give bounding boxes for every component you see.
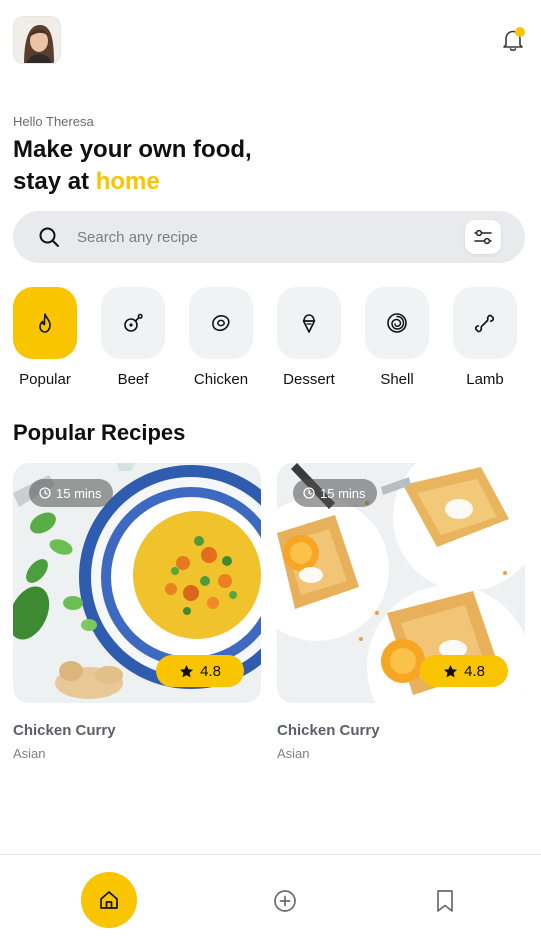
category-beef[interactable]: Beef xyxy=(101,287,165,388)
headline-line-1: Make your own food, xyxy=(13,136,252,163)
drumstick-icon xyxy=(124,313,143,332)
category-tile xyxy=(365,287,429,359)
category-label: Dessert xyxy=(283,371,335,388)
headline-accent: home xyxy=(95,168,160,195)
recipe-cuisine: Asian xyxy=(13,746,46,761)
greeting-text: Hello Theresa xyxy=(13,114,94,129)
recipe-image: 15 mins 4.8 xyxy=(277,463,525,703)
headline-line-2: stay at home xyxy=(13,166,252,198)
recipe-card[interactable]: 15 mins 4.8 Chicken Curry Asian xyxy=(13,463,261,761)
add-circle-icon[interactable] xyxy=(272,888,298,914)
flame-icon xyxy=(39,313,51,333)
clock-icon xyxy=(303,487,315,499)
category-tile xyxy=(13,287,77,359)
category-dessert[interactable]: Dessert xyxy=(277,287,341,388)
category-tile xyxy=(277,287,341,359)
category-shell[interactable]: Shell xyxy=(365,287,429,388)
search-bar[interactable] xyxy=(13,211,525,263)
filter-button[interactable] xyxy=(465,220,501,254)
category-list: Popular Beef Chicken Dessert Shell Lamb xyxy=(13,287,533,397)
category-label: Shell xyxy=(380,371,414,388)
nav-home-button[interactable] xyxy=(81,872,137,928)
category-chicken[interactable]: Chicken xyxy=(189,287,253,388)
avatar[interactable] xyxy=(13,16,61,64)
category-tile xyxy=(189,287,253,359)
star-icon xyxy=(444,664,458,677)
notification-dot xyxy=(515,27,525,37)
star-icon xyxy=(180,664,194,677)
rating-badge: 4.8 xyxy=(420,655,508,687)
category-label: Beef xyxy=(117,371,149,388)
cook-time-text: 15 mins xyxy=(56,485,102,501)
cook-time-text: 15 mins xyxy=(320,485,366,501)
ice-cream-icon xyxy=(302,314,316,333)
rating-badge: 4.8 xyxy=(156,655,244,687)
headline-prefix: stay at xyxy=(13,168,96,195)
bookmark-icon[interactable] xyxy=(434,888,456,914)
rating-value: 4.8 xyxy=(464,662,485,680)
search-input[interactable] xyxy=(77,211,457,263)
category-tile xyxy=(453,287,517,359)
search-icon xyxy=(39,227,59,247)
recipe-title: Chicken Curry xyxy=(13,722,116,739)
section-title: Popular Recipes xyxy=(13,420,186,445)
recipe-cuisine: Asian xyxy=(277,746,310,761)
home-icon xyxy=(100,891,118,909)
category-label: Chicken xyxy=(193,371,249,388)
category-label: Popular xyxy=(19,371,71,388)
clock-icon xyxy=(39,487,51,499)
page-headline: Make your own food, stay at home xyxy=(13,134,252,198)
rating-value: 4.8 xyxy=(200,662,221,680)
bone-icon xyxy=(474,314,495,333)
category-lamb[interactable]: Lamb xyxy=(453,287,517,388)
cook-time-badge: 15 mins xyxy=(293,479,377,507)
category-popular[interactable]: Popular xyxy=(13,287,77,388)
cook-time-badge: 15 mins xyxy=(29,479,113,507)
category-label: Lamb xyxy=(466,371,504,388)
category-tile xyxy=(101,287,165,359)
bottom-nav xyxy=(0,854,541,943)
sliders-icon xyxy=(474,229,492,245)
steak-icon xyxy=(212,315,230,332)
recipe-title: Chicken Curry xyxy=(277,722,380,739)
recipe-card[interactable]: 15 mins 4.8 Chicken Curry Asian xyxy=(277,463,525,761)
spiral-shell-icon xyxy=(387,313,407,333)
recipe-image: 15 mins 4.8 xyxy=(13,463,261,703)
avatar-image xyxy=(14,17,60,63)
